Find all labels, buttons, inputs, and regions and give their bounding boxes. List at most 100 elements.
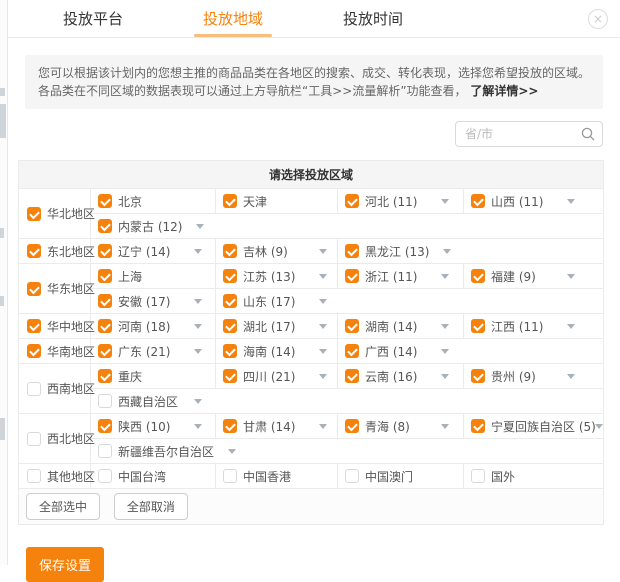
province-checkbox[interactable] [345, 194, 359, 208]
province-label: 国外 [491, 468, 553, 485]
expand-arrow-icon[interactable] [228, 449, 236, 454]
province-checkbox[interactable] [471, 369, 485, 383]
province-cell: 四川 (21) [216, 364, 338, 389]
region-cell: 西北地区 [19, 414, 91, 464]
region-checkbox[interactable] [27, 282, 41, 296]
region-cell: 华中地区 [19, 314, 91, 339]
province-checkbox[interactable] [345, 269, 359, 283]
province-checkbox[interactable] [223, 369, 237, 383]
province-checkbox[interactable] [98, 269, 112, 283]
expand-arrow-icon[interactable] [319, 374, 327, 379]
expand-arrow-icon[interactable] [319, 324, 327, 329]
province-checkbox[interactable] [345, 419, 359, 433]
expand-arrow-icon[interactable] [441, 324, 449, 329]
search-box [455, 121, 603, 147]
province-checkbox[interactable] [345, 319, 359, 333]
expand-arrow-icon[interactable] [196, 224, 204, 229]
province-cell-content: 中国台湾 [98, 468, 215, 485]
province-checkbox[interactable] [223, 319, 237, 333]
province-checkbox[interactable] [223, 294, 237, 308]
expand-arrow-icon[interactable] [595, 424, 603, 429]
region-checkbox[interactable] [27, 319, 41, 333]
select-all-button[interactable]: 全部选中 [26, 493, 100, 520]
expand-arrow-icon[interactable] [194, 399, 202, 404]
province-checkbox[interactable] [98, 194, 112, 208]
province-checkbox[interactable] [98, 219, 112, 233]
province-checkbox[interactable] [345, 344, 359, 358]
expand-arrow-icon[interactable] [319, 349, 327, 354]
province-cell-content: 西藏自治区 [98, 393, 603, 410]
province-checkbox[interactable] [98, 394, 112, 408]
province-checkbox[interactable] [223, 269, 237, 283]
expand-arrow-icon[interactable] [441, 274, 449, 279]
tab-schedule[interactable]: 投放时间 [343, 0, 403, 37]
province-checkbox[interactable] [223, 419, 237, 433]
expand-arrow-icon[interactable] [194, 249, 202, 254]
province-checkbox[interactable] [98, 369, 112, 383]
province-checkbox[interactable] [98, 444, 112, 458]
province-checkbox[interactable] [471, 194, 485, 208]
expand-arrow-icon[interactable] [194, 324, 202, 329]
expand-arrow-icon[interactable] [441, 349, 449, 354]
expand-arrow-icon[interactable] [441, 199, 449, 204]
expand-arrow-icon[interactable] [319, 249, 327, 254]
province-cell: 西藏自治区 [91, 389, 604, 414]
province-checkbox[interactable] [98, 419, 112, 433]
tab-region[interactable]: 投放地域 [203, 0, 263, 37]
region-row: 安徽 (17)山东 (17) [19, 289, 604, 314]
region-row: 华中地区河南 (18)湖北 (17)湖南 (14)江西 (11) [19, 314, 604, 339]
province-label: 新疆维吾尔自治区 [118, 443, 214, 460]
table-actions-row: 全部选中 全部取消 [19, 489, 604, 525]
expand-arrow-icon[interactable] [194, 349, 202, 354]
expand-arrow-icon[interactable] [443, 249, 451, 254]
province-checkbox[interactable] [345, 469, 359, 483]
region-label: 其他地区 [47, 468, 95, 485]
province-checkbox[interactable] [345, 369, 359, 383]
expand-arrow-icon[interactable] [319, 299, 327, 304]
expand-arrow-icon[interactable] [441, 374, 449, 379]
province-checkbox[interactable] [98, 344, 112, 358]
region-checkbox[interactable] [27, 344, 41, 358]
expand-arrow-icon[interactable] [319, 274, 327, 279]
region-cell: 其他地区 [19, 464, 91, 489]
expand-arrow-icon[interactable] [441, 424, 449, 429]
province-checkbox[interactable] [471, 469, 485, 483]
province-checkbox[interactable] [471, 419, 485, 433]
province-cell-content: 中国澳门 [345, 468, 463, 485]
region-checkbox[interactable] [27, 382, 41, 396]
expand-arrow-icon[interactable] [319, 424, 327, 429]
province-cell: 上海 [91, 264, 216, 289]
province-checkbox[interactable] [223, 194, 237, 208]
close-icon[interactable]: × [588, 9, 608, 29]
province-checkbox[interactable] [98, 244, 112, 258]
province-cell: 江苏 (13) [216, 264, 338, 289]
region-row: 西藏自治区 [19, 389, 604, 414]
region-checkbox[interactable] [27, 244, 41, 258]
province-label: 陕西 (10) [118, 418, 180, 435]
region-cell-content: 西北地区 [27, 430, 90, 447]
province-checkbox[interactable] [98, 319, 112, 333]
expand-arrow-icon[interactable] [194, 424, 202, 429]
province-checkbox[interactable] [471, 319, 485, 333]
tab-platform[interactable]: 投放平台 [63, 0, 123, 37]
expand-arrow-icon[interactable] [567, 374, 575, 379]
province-checkbox[interactable] [98, 469, 112, 483]
expand-arrow-icon[interactable] [567, 199, 575, 204]
province-checkbox[interactable] [345, 244, 359, 258]
expand-arrow-icon[interactable] [194, 299, 202, 304]
search-icon[interactable] [580, 126, 596, 142]
region-checkbox[interactable] [27, 207, 41, 221]
province-checkbox[interactable] [223, 344, 237, 358]
province-checkbox[interactable] [98, 294, 112, 308]
province-checkbox[interactable] [223, 469, 237, 483]
province-checkbox[interactable] [471, 269, 485, 283]
province-checkbox[interactable] [223, 244, 237, 258]
learn-more-link[interactable]: 了解详情>> [470, 84, 538, 98]
region-checkbox[interactable] [27, 469, 41, 483]
expand-arrow-icon[interactable] [567, 274, 575, 279]
expand-arrow-icon[interactable] [567, 324, 575, 329]
province-label: 安徽 (17) [118, 293, 180, 310]
region-checkbox[interactable] [27, 432, 41, 446]
province-label: 天津 [243, 193, 305, 210]
deselect-all-button[interactable]: 全部取消 [114, 493, 188, 520]
